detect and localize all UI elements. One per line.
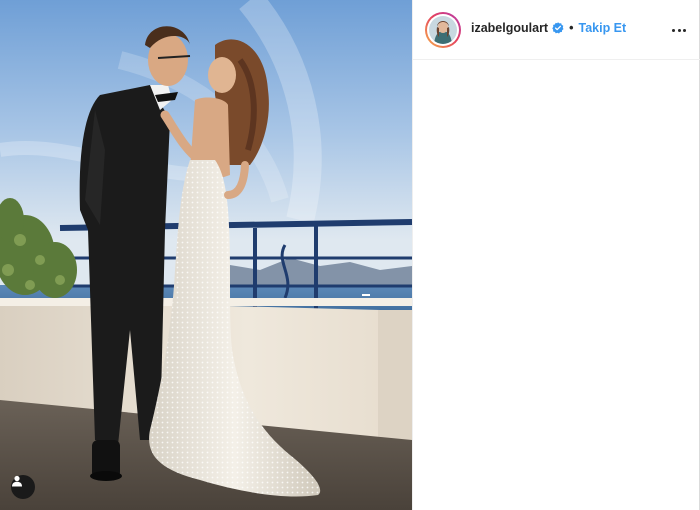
follow-button[interactable]: Takip Et xyxy=(578,21,626,35)
user-tag-icon xyxy=(12,475,22,487)
tag-button[interactable] xyxy=(11,475,35,499)
post-header: izabelgoulart • Takip Et xyxy=(413,0,700,60)
username-link[interactable]: izabelgoulart xyxy=(471,21,548,35)
more-options-icon xyxy=(672,28,676,32)
post-side-panel: izabelgoulart • Takip Et xyxy=(412,0,700,510)
post-meta: izabelgoulart • Takip Et xyxy=(471,21,626,35)
separator-dot: • xyxy=(569,21,574,35)
avatar[interactable] xyxy=(425,12,461,48)
profile-picture xyxy=(429,16,457,44)
instagram-post: izabelgoulart • Takip Et xyxy=(0,0,700,510)
verified-badge-icon xyxy=(552,22,564,34)
more-options-button[interactable] xyxy=(669,20,689,40)
photo-illustration xyxy=(0,0,412,510)
post-photo[interactable] xyxy=(0,0,412,510)
